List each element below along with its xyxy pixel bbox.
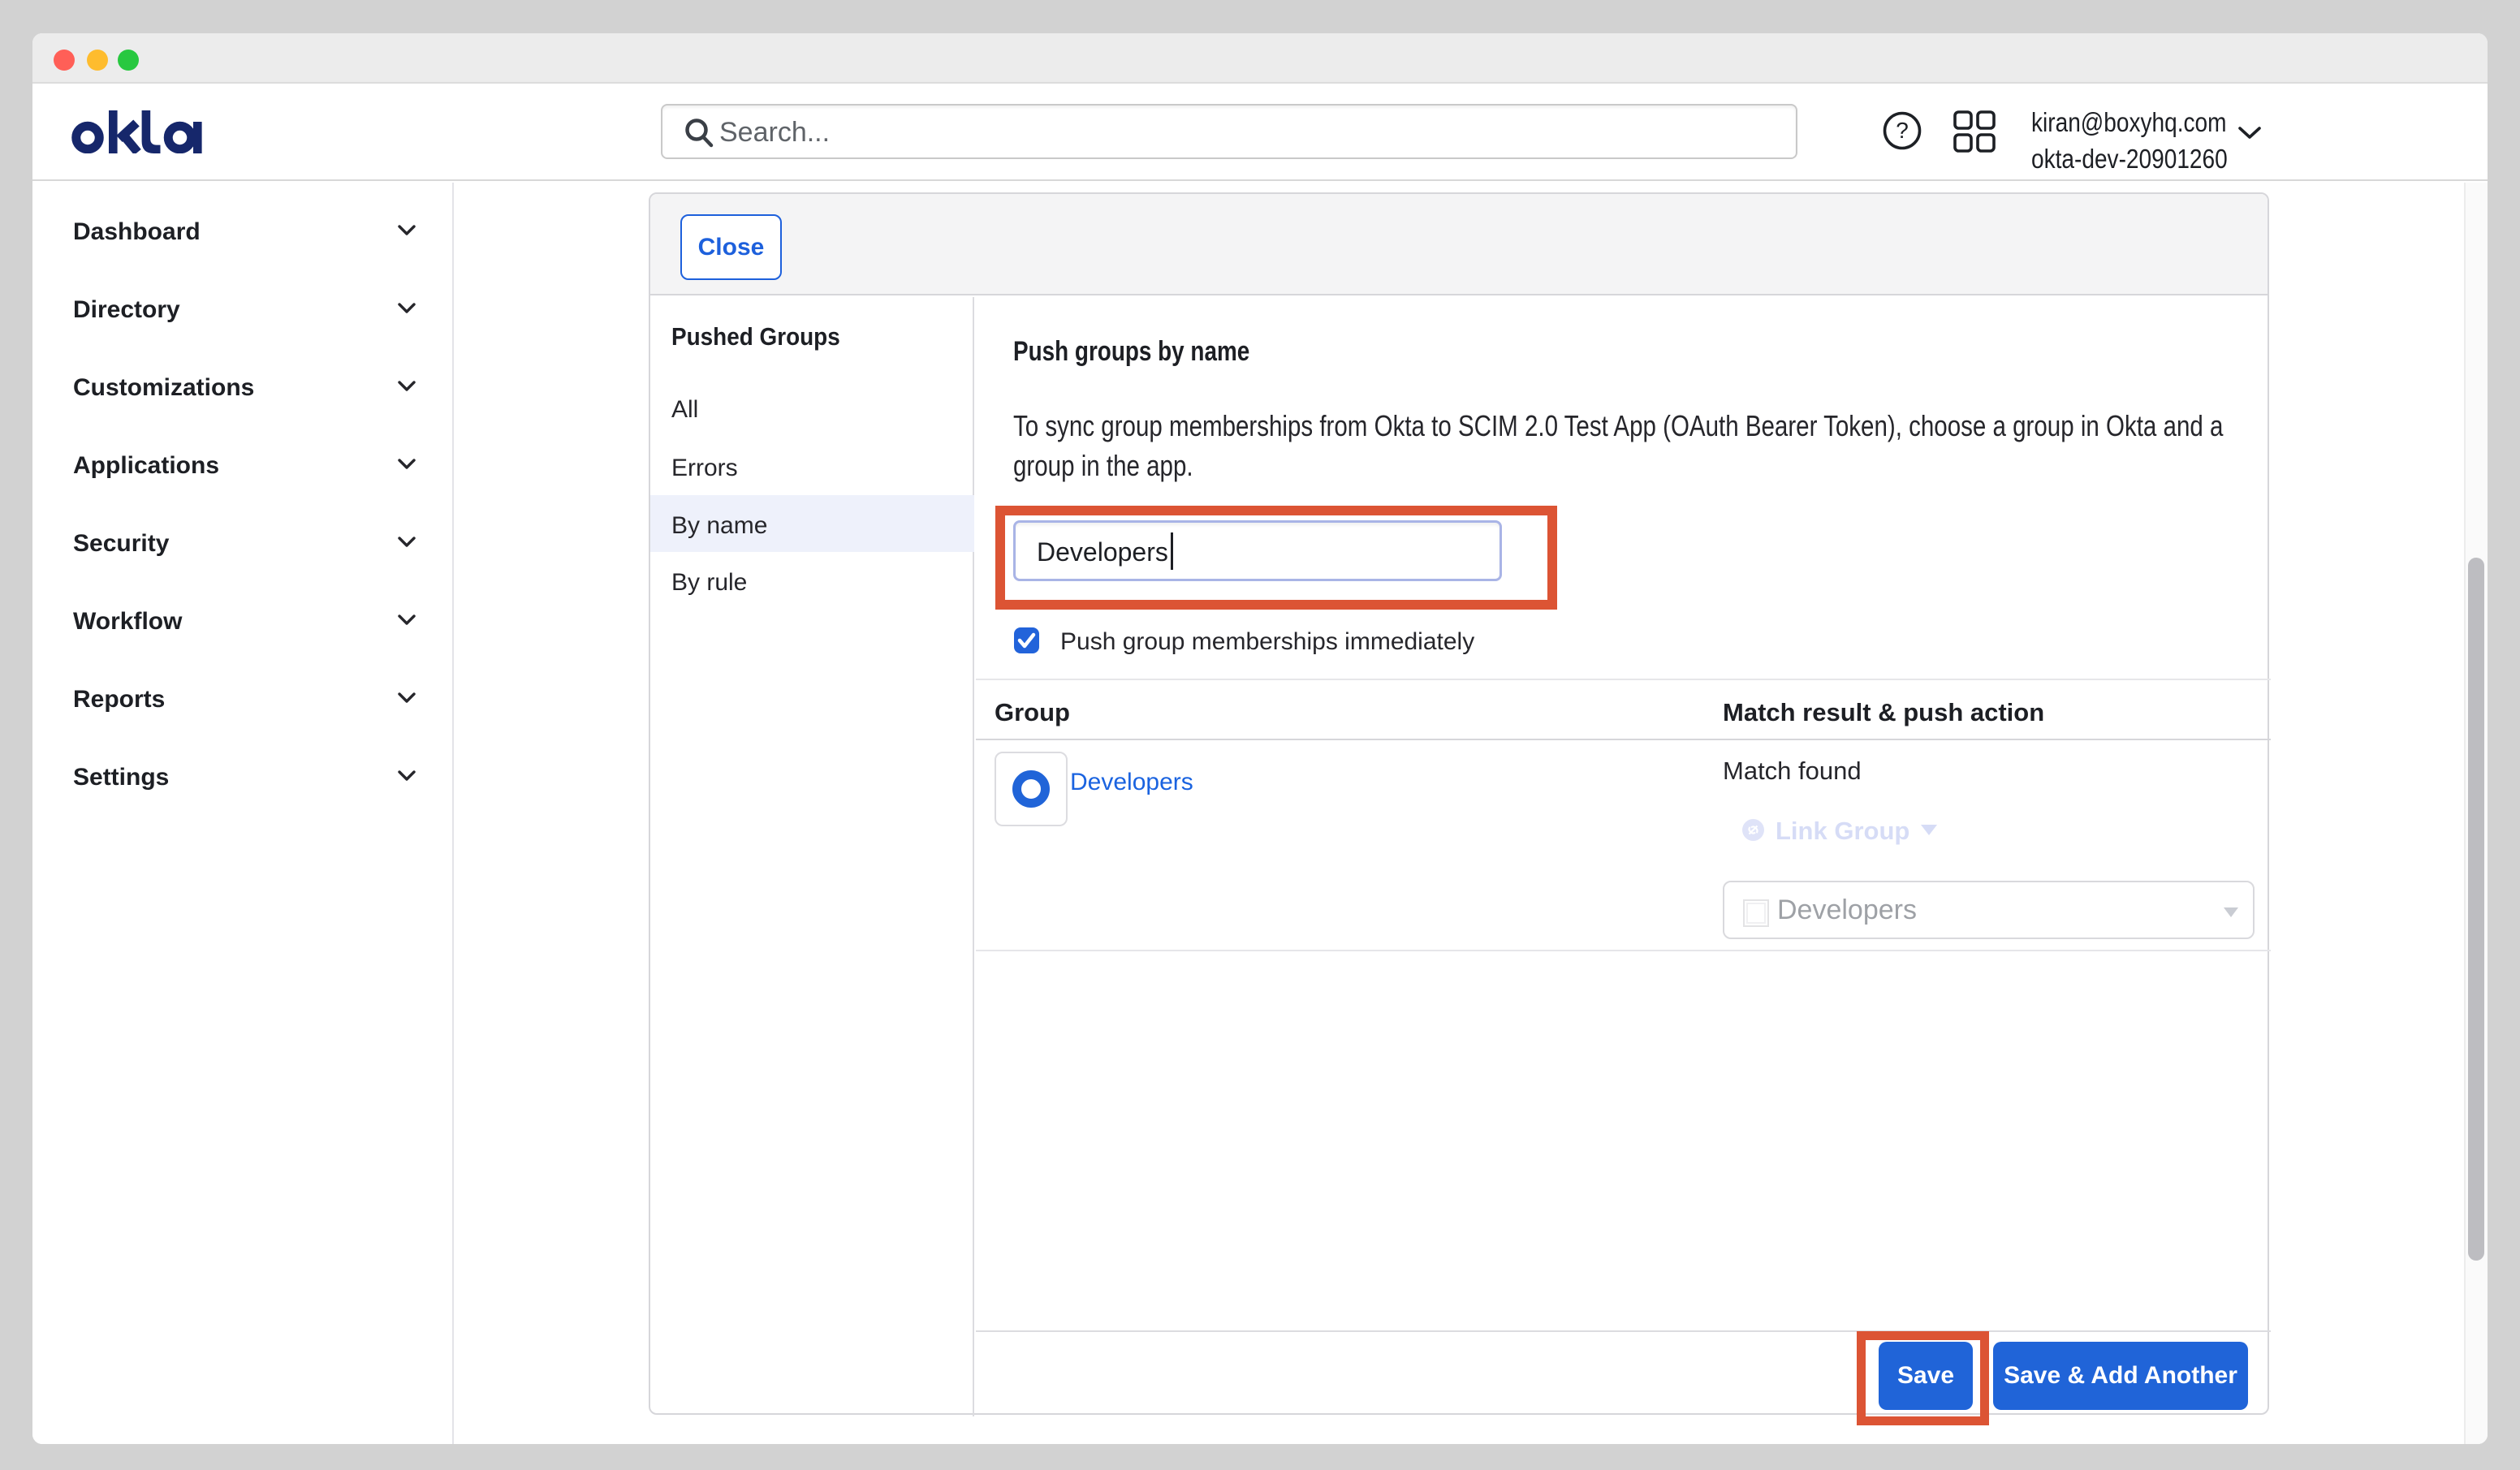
svg-text:?: ? (1896, 118, 1909, 143)
